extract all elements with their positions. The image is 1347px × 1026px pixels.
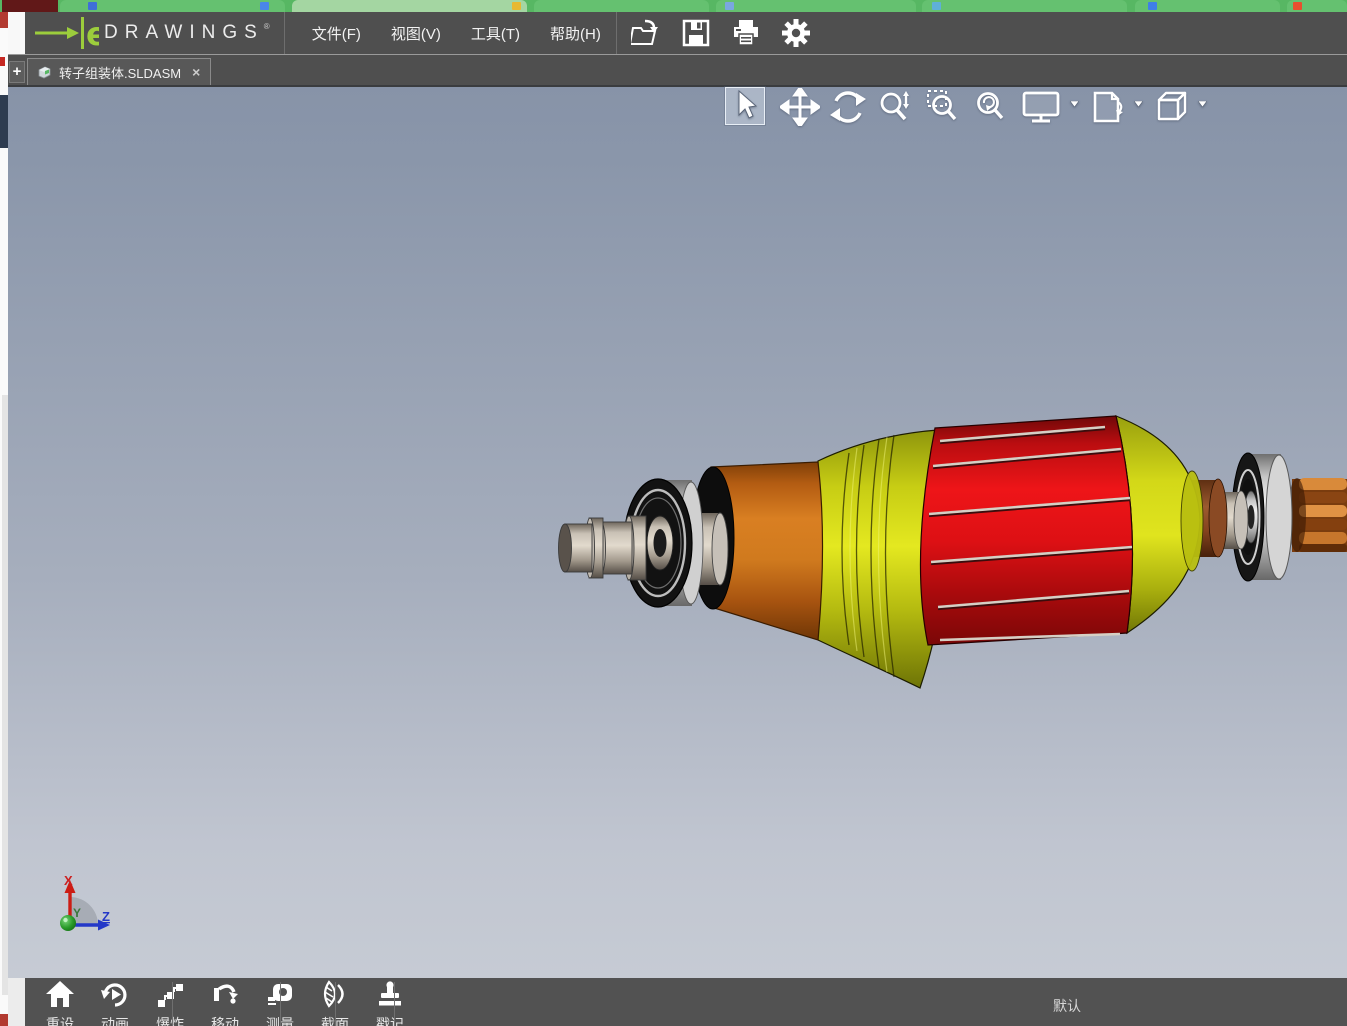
menu-view[interactable]: 视图(V) xyxy=(376,12,456,54)
model-viewport[interactable]: X Z Y xyxy=(8,85,1347,978)
stamp-button[interactable]: 戳记 xyxy=(363,980,417,1026)
axis-triad: X Z Y xyxy=(60,873,110,931)
background-tab xyxy=(922,0,1127,12)
edrawings-logo-icon: e xyxy=(35,15,99,51)
favicon xyxy=(932,2,941,10)
reset-button[interactable]: 重设 xyxy=(33,980,87,1026)
animation-button[interactable]: 动画 xyxy=(88,980,142,1026)
background-gap xyxy=(8,978,25,1026)
move-component-button[interactable]: 移动 xyxy=(198,980,252,1026)
background-window-sliver xyxy=(0,12,8,1026)
save-button[interactable] xyxy=(681,18,711,48)
favicon xyxy=(1293,2,1302,10)
background-tab xyxy=(716,0,916,12)
quick-toolbar xyxy=(617,12,811,54)
move-icon xyxy=(214,984,238,1004)
favicon xyxy=(88,2,97,10)
print-icon xyxy=(733,20,758,46)
axis-x-label: X xyxy=(64,873,73,888)
home-icon xyxy=(46,981,74,1007)
toolbar-separator xyxy=(394,982,395,1026)
print-button[interactable] xyxy=(731,18,761,48)
tab-close-icon[interactable]: × xyxy=(188,64,200,80)
animation-icon xyxy=(101,983,127,1007)
registered-mark: ® xyxy=(263,21,270,31)
favicon xyxy=(260,2,269,10)
document-tab-bar: + 转子组装体.SLDASM × xyxy=(8,54,1347,85)
explode-button[interactable]: 爆炸 xyxy=(143,980,197,1026)
favicon xyxy=(512,2,521,10)
background-tab-active xyxy=(292,0,527,12)
stamp-icon xyxy=(379,981,401,1006)
rotor-assembly-model[interactable] xyxy=(8,85,1347,978)
background-tab-dark xyxy=(2,0,58,12)
assembly-icon xyxy=(38,66,51,79)
document-tab[interactable]: 转子组装体.SLDASM × xyxy=(27,58,212,85)
configuration-label: 默认 xyxy=(1053,998,1081,1014)
background-tab xyxy=(534,0,709,12)
toolbar-separator xyxy=(172,982,173,1026)
background-browser-tabstrip xyxy=(0,0,1347,12)
shaft-left-end xyxy=(558,515,647,581)
bottom-toolbar: 重设 动画 爆炸 移动 测量 截面 戳记 默认 xyxy=(25,978,1347,1026)
favicon xyxy=(725,2,734,10)
menu-file[interactable]: 文件(F) xyxy=(297,12,376,54)
save-icon xyxy=(682,19,710,47)
right-collar-face xyxy=(1233,490,1249,550)
axis-z-label: Z xyxy=(102,909,110,924)
explode-icon xyxy=(158,984,183,1007)
rotor-core xyxy=(919,415,1134,646)
tab-label: 转子组装体.SLDASM xyxy=(59,65,182,81)
favicon xyxy=(1148,2,1157,10)
screen: e DRAWINGS ® 文件(F) 视图(V) 工具(T) 帮助(H) + 转… xyxy=(0,0,1347,1026)
background-gap xyxy=(8,12,25,54)
settings-button[interactable] xyxy=(781,18,811,48)
menu-tools[interactable]: 工具(T) xyxy=(456,12,535,54)
open-button[interactable] xyxy=(630,18,661,48)
axis-y-label: Y xyxy=(73,906,81,920)
toolbar-separator xyxy=(335,982,336,1026)
open-icon xyxy=(630,19,658,45)
menu-bar: e DRAWINGS ® 文件(F) 视图(V) 工具(T) 帮助(H) xyxy=(25,12,1347,54)
new-tab-button[interactable]: + xyxy=(9,61,25,83)
toolbar-separator xyxy=(280,982,281,1026)
settings-icon xyxy=(781,19,810,47)
menu-list: 文件(F) 视图(V) 工具(T) 帮助(H) xyxy=(285,12,616,54)
svg-text:e: e xyxy=(86,15,99,51)
edrawings-logo: e DRAWINGS ® xyxy=(25,12,284,54)
menu-help[interactable]: 帮助(H) xyxy=(535,12,616,54)
brand-name: DRAWINGS xyxy=(104,22,264,43)
